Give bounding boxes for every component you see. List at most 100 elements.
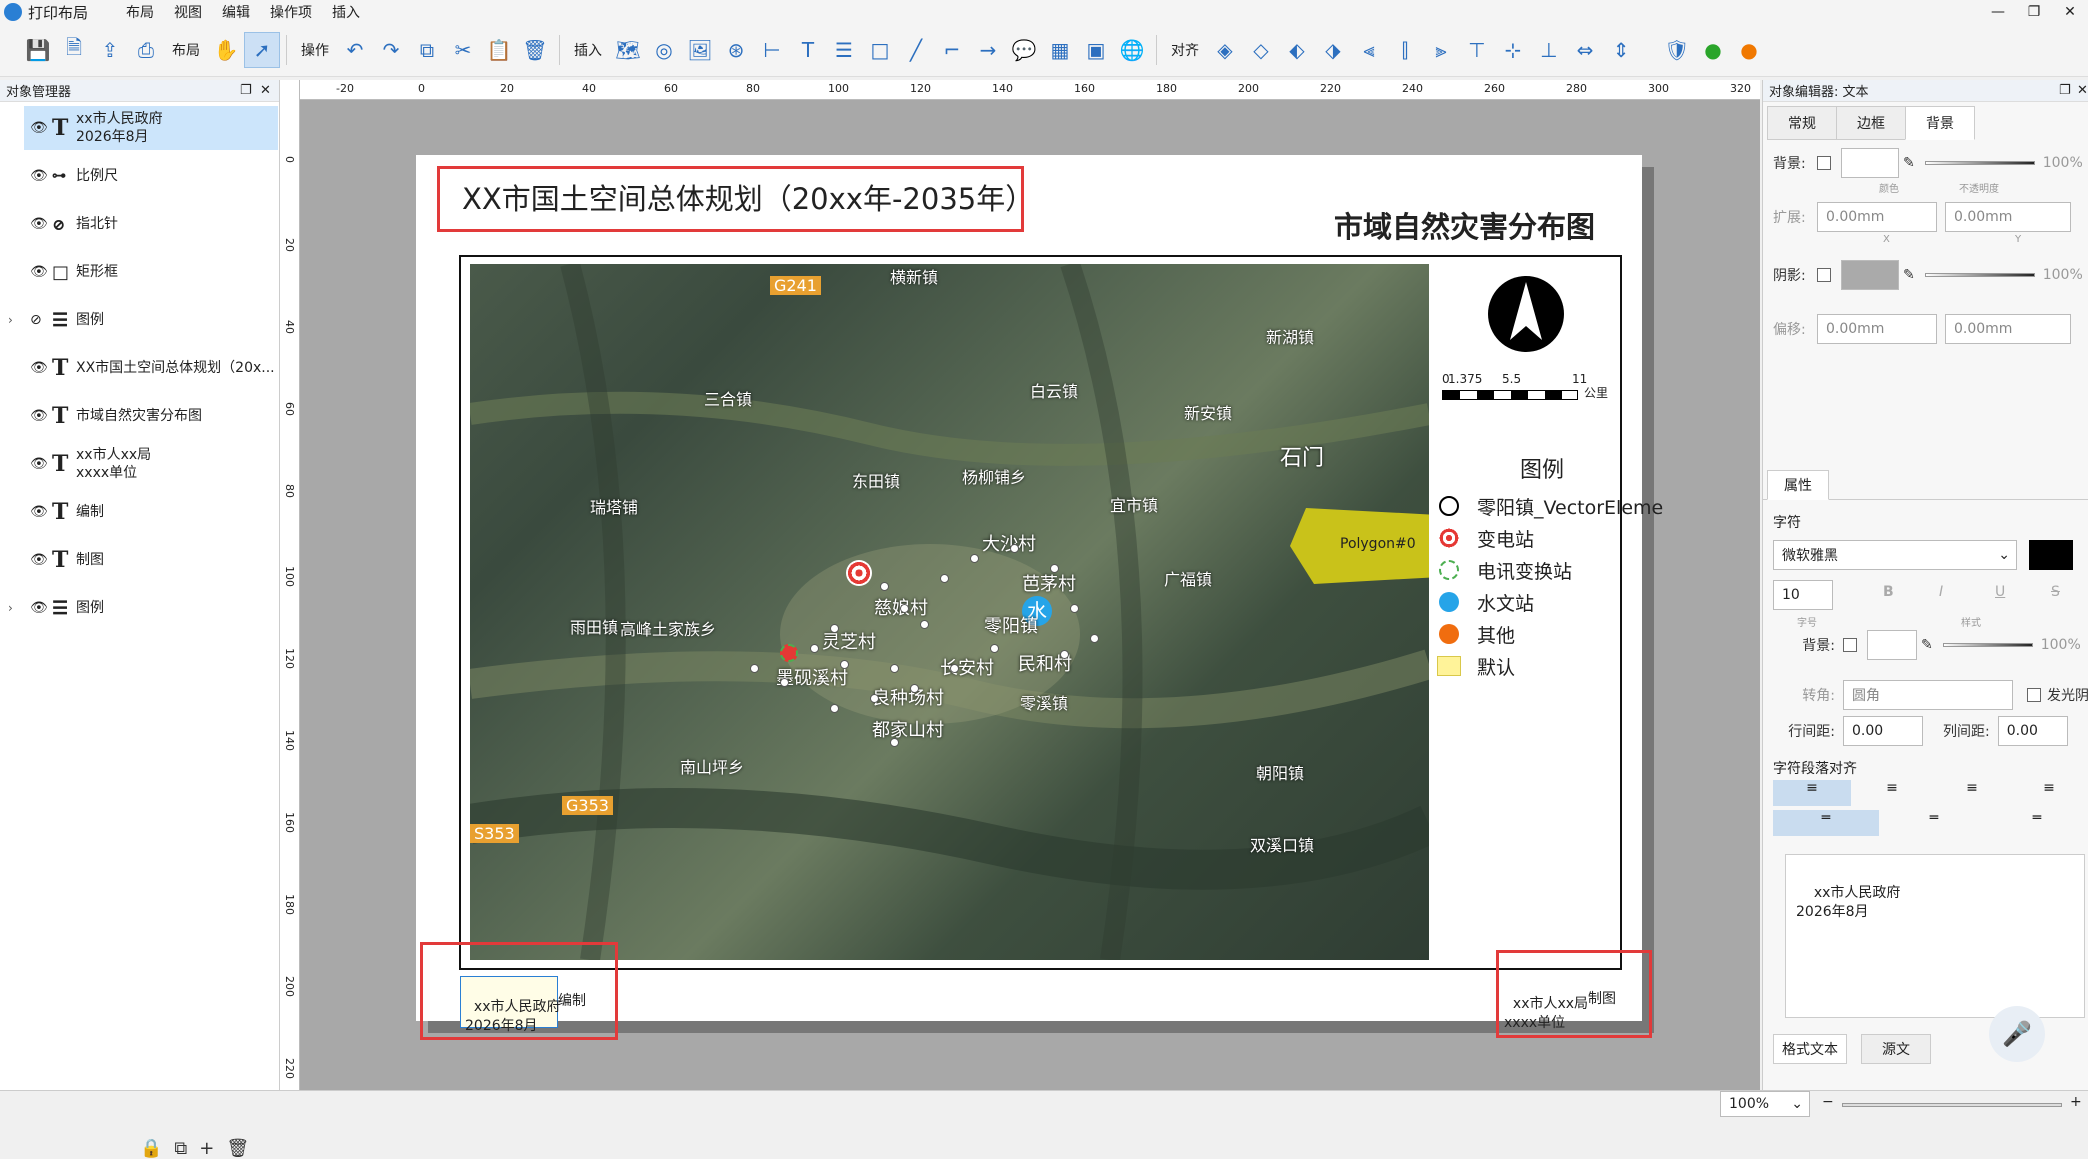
expand-chevron-icon[interactable]: ›	[8, 313, 13, 327]
tab-source[interactable]: 源文	[1861, 1034, 1931, 1064]
menu-insert[interactable]: 插入	[322, 2, 370, 22]
font-color-swatch[interactable]	[2029, 540, 2073, 570]
footer-left-tail[interactable]: 编制	[558, 990, 586, 1010]
insert-rectangle-icon[interactable]: □	[862, 32, 898, 68]
background-checkbox[interactable]	[1817, 156, 1831, 170]
satellite-map[interactable]: G241 横新镇 三合镇 白云镇 新湖镇 新安镇 石门 东田镇 杨柳铺乡 大沙村…	[470, 264, 1429, 960]
strikethrough-icon[interactable]: S	[2051, 584, 2060, 600]
scale-bar[interactable]: 0 1.375 5.5 11 公里	[1442, 372, 1642, 412]
menu-layout[interactable]: 布局	[116, 2, 164, 22]
substation-target-marker[interactable]	[846, 560, 872, 586]
offset-x-input[interactable]: 0.00mm	[1817, 314, 1937, 344]
village-point-marker[interactable]	[1050, 564, 1059, 573]
font-select[interactable]: 微软雅黑 ⌄	[1773, 540, 2017, 570]
tree-item-text-subtitle[interactable]: 👁 T 市域自然灾害分布图	[0, 394, 280, 438]
expand-chevron-icon[interactable]: ›	[8, 601, 13, 615]
background-opacity-slider[interactable]	[1924, 161, 2035, 165]
distribute-v-icon[interactable]: ⇕	[1603, 32, 1639, 68]
text-content-editor[interactable]: xx市人民政府 2026年8月	[1785, 854, 2085, 1018]
tree-item-compass[interactable]: 👁 ⊘ 指北针	[0, 202, 280, 246]
visibility-eye-icon[interactable]: 👁	[30, 168, 48, 184]
insert-scalebar-icon[interactable]: ⊢	[754, 32, 790, 68]
align-left-icon[interactable]: ⫷	[1351, 32, 1387, 68]
zoom-in-icon[interactable]: +	[2070, 1094, 2082, 1110]
village-point-marker[interactable]	[750, 664, 759, 673]
minimize-button[interactable]: —	[1980, 0, 2016, 24]
shadow-opacity-slider[interactable]	[1924, 273, 2035, 277]
insert-comment-icon[interactable]: 💬	[1006, 32, 1042, 68]
align-right-button[interactable]: ≡	[1933, 780, 2011, 806]
save-icon[interactable]: 💾	[20, 32, 56, 68]
insert-legend-icon[interactable]: ☰	[826, 32, 862, 68]
trash-icon[interactable]: 🗑	[226, 1138, 249, 1159]
redo-icon[interactable]: ↷	[373, 32, 409, 68]
eyedropper-icon[interactable]: ✎	[1903, 267, 1915, 283]
village-point-marker[interactable]	[890, 664, 899, 673]
visibility-eye-icon[interactable]: 👁	[30, 360, 48, 376]
layer-bottom-icon[interactable]: ⬗	[1315, 32, 1351, 68]
menu-view[interactable]: 视图	[164, 2, 212, 22]
float-panel-icon[interactable]: ❐	[240, 83, 252, 98]
align-justify-button[interactable]: ≡	[2013, 780, 2085, 806]
corner-select[interactable]: 圆角	[1843, 680, 2013, 710]
visibility-eye-icon[interactable]: 👁	[30, 264, 48, 280]
tab-properties[interactable]: 属性	[1767, 470, 1829, 500]
align-right-icon[interactable]: ⫸	[1423, 32, 1459, 68]
village-point-marker[interactable]	[950, 664, 959, 673]
italic-icon[interactable]: I	[1939, 584, 1943, 600]
tab-border[interactable]: 边框	[1836, 106, 1906, 140]
close-panel-icon[interactable]: ✕	[260, 83, 271, 98]
village-point-marker[interactable]	[990, 644, 999, 653]
village-point-marker[interactable]	[1090, 634, 1099, 643]
insert-image-icon[interactable]: 🖼	[682, 32, 718, 68]
tree-item-text-cartography[interactable]: 👁 T 制图	[0, 538, 280, 582]
valign-bottom-button[interactable]: ═	[1989, 810, 2085, 836]
hidden-eye-icon[interactable]: ⊘	[30, 312, 42, 328]
eyedropper-icon[interactable]: ✎	[1903, 155, 1915, 171]
zoom-select[interactable]: 100% ⌄	[1720, 1091, 1810, 1117]
main-title[interactable]: XX市国土空间总体规划（20xx年-2035年）	[462, 176, 1034, 218]
add-icon[interactable]: +	[199, 1138, 214, 1159]
village-point-marker[interactable]	[910, 684, 919, 693]
background-color-swatch[interactable]	[1841, 148, 1899, 178]
north-arrow[interactable]	[1488, 276, 1564, 352]
align-center-icon[interactable]: ⫿	[1387, 32, 1423, 68]
visibility-eye-icon[interactable]: 👁	[30, 408, 48, 424]
duplicate-icon[interactable]: ⧉	[174, 1138, 187, 1159]
village-point-marker[interactable]	[780, 678, 789, 687]
print-icon[interactable]: ⎙	[128, 32, 164, 68]
text-bg-opacity-slider[interactable]	[1942, 643, 2033, 647]
delete-icon[interactable]: 🗑	[517, 32, 553, 68]
tab-rich-text[interactable]: 格式文本	[1773, 1034, 1847, 1064]
text-bg-checkbox[interactable]	[1843, 638, 1857, 652]
expand-y-input[interactable]: 0.00mm	[1945, 202, 2071, 232]
footer-right-tail[interactable]: 制图	[1588, 988, 1616, 1008]
village-point-marker[interactable]	[1070, 604, 1079, 613]
insert-polyline-icon[interactable]: ⌐	[934, 32, 970, 68]
expand-x-input[interactable]: 0.00mm	[1817, 202, 1937, 232]
tab-general[interactable]: 常规	[1767, 106, 1837, 140]
paste-icon[interactable]: 📋	[481, 32, 517, 68]
tree-item-text-government[interactable]: 👁 T xx市人民政府 2026年8月	[24, 106, 278, 150]
insert-map-icon[interactable]: 🗺	[610, 32, 646, 68]
village-point-marker[interactable]	[1060, 650, 1069, 659]
village-point-marker[interactable]	[940, 574, 949, 583]
eyedropper-icon[interactable]: ✎	[1921, 637, 1933, 653]
align-center-button[interactable]: ≡	[1853, 780, 1931, 806]
lock-icon[interactable]: 🔒	[140, 1138, 162, 1159]
undo-icon[interactable]: ↶	[337, 32, 373, 68]
tree-item-text-bureau[interactable]: 👁 T xx市人xx局 xxxx单位	[0, 442, 280, 486]
select-pointer-icon[interactable]: ➚	[244, 32, 280, 68]
layer-up-icon[interactable]: ◈	[1207, 32, 1243, 68]
line-spacing-input[interactable]: 0.00	[1843, 716, 1923, 746]
village-point-marker[interactable]	[890, 738, 899, 747]
village-point-marker[interactable]	[870, 694, 879, 703]
layer-down-icon[interactable]: ◇	[1243, 32, 1279, 68]
insert-frame-icon[interactable]: ▣	[1078, 32, 1114, 68]
footer-left-text[interactable]: xx市人民政府 2026年8月	[460, 976, 560, 1034]
taobao-icon[interactable]: ●	[1731, 32, 1767, 68]
float-panel-icon[interactable]: ❐	[2059, 83, 2071, 98]
tree-item-rectangle[interactable]: 👁 □ 矩形框	[0, 250, 280, 294]
cut-icon[interactable]: ✂	[445, 32, 481, 68]
visibility-eye-icon[interactable]: 👁	[30, 600, 48, 616]
